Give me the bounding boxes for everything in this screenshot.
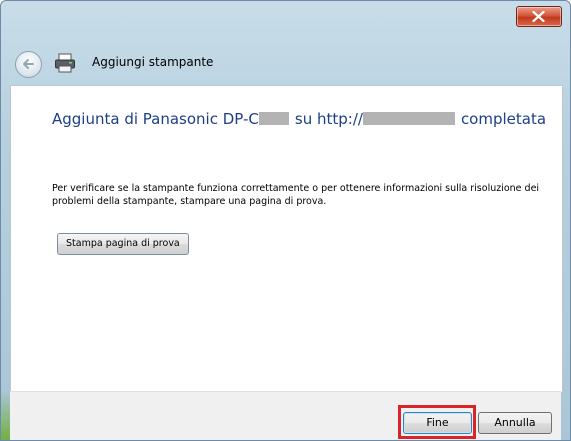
content-panel: Aggiunta di Panasonic DP-C su http:// comp… xyxy=(10,85,563,392)
back-button[interactable] xyxy=(15,51,42,78)
print-test-page-button[interactable]: Stampa pagina di prova xyxy=(57,233,189,255)
wizard-header: Aggiungi stampante xyxy=(1,41,570,81)
window-edge xyxy=(1,391,10,440)
close-button[interactable] xyxy=(516,6,562,27)
printer-icon xyxy=(55,53,75,73)
button-bar: Fine Annulla xyxy=(10,391,561,440)
description-text: Per verificare se la stampante funziona … xyxy=(52,183,540,207)
wizard-title: Aggiungi stampante xyxy=(92,55,214,69)
back-arrow-icon xyxy=(23,59,34,69)
completion-headline: Aggiunta di Panasonic DP-C su http:// comp… xyxy=(52,110,546,128)
headline-text-part3: completata xyxy=(460,110,547,128)
add-printer-window: Aggiungi stampante Aggiunta di Panasonic… xyxy=(0,0,571,441)
title-bar[interactable] xyxy=(1,1,570,39)
headline-text-part1: Aggiunta di Panasonic DP-C xyxy=(52,110,259,128)
headline-text-part2: su http:// xyxy=(294,110,363,128)
close-icon xyxy=(532,11,545,22)
redacted-address xyxy=(362,112,455,125)
finish-button[interactable]: Fine xyxy=(403,412,472,434)
redacted-model xyxy=(258,112,289,125)
cancel-button[interactable]: Annulla xyxy=(478,412,552,434)
